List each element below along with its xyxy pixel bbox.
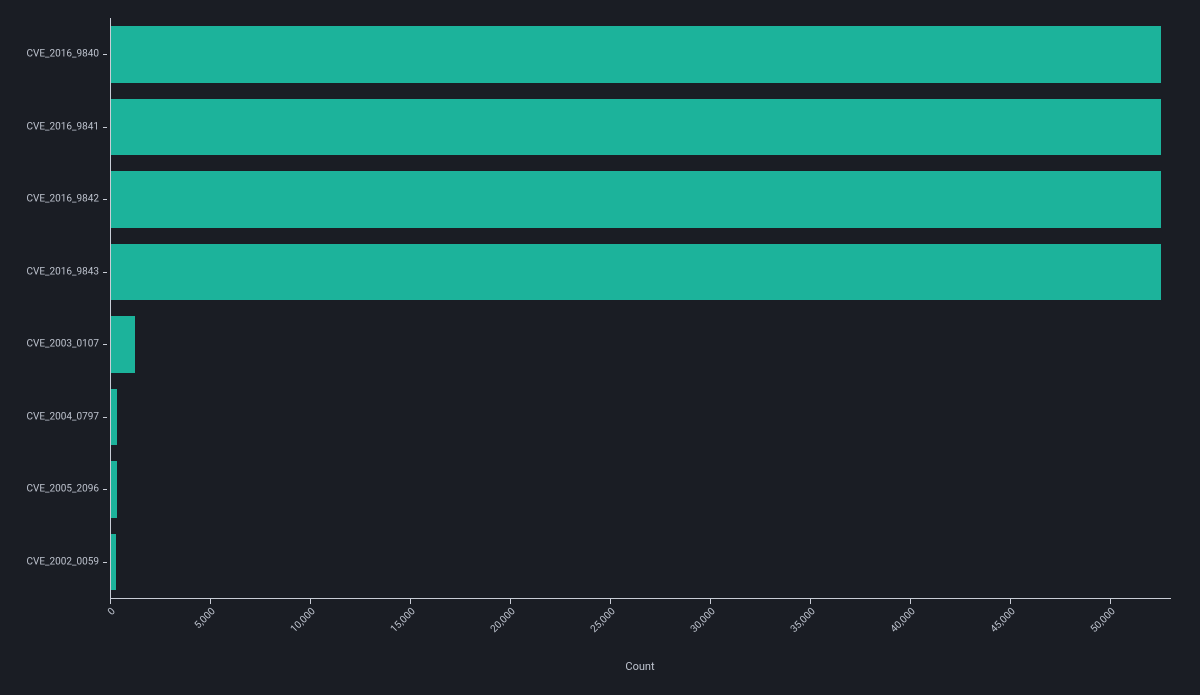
bar-row: CVE_2003_0107 [111,308,1171,381]
x-tick-label: 35,000 [789,606,818,635]
cve-count-bar-chart: CVE_2016_9840CVE_2016_9841CVE_2016_9842C… [0,0,1200,695]
x-tick-label: 5,000 [193,606,218,631]
x-tick-label: 0 [106,606,118,618]
bar-row: CVE_2002_0059 [111,526,1171,599]
y-tick-label: CVE_2003_0107 [26,339,111,350]
x-tick-label: 40,000 [889,606,918,635]
x-tick [1010,598,1011,604]
bar[interactable] [111,244,1161,301]
bar[interactable] [111,26,1161,83]
plot-area: CVE_2016_9840CVE_2016_9841CVE_2016_9842C… [110,18,1171,599]
x-tick [410,598,411,604]
x-tick-label: 50,000 [1089,606,1118,635]
x-tick [910,598,911,604]
bar-row: CVE_2005_2096 [111,453,1171,526]
bar[interactable] [111,171,1161,228]
x-tick-label: 20,000 [489,606,518,635]
y-tick-label: CVE_2004_0797 [26,411,111,422]
y-tick-label: CVE_2016_9840 [26,49,111,60]
x-tick [210,598,211,604]
bar-row: CVE_2016_9840 [111,18,1171,91]
x-tick [1110,598,1111,604]
x-tick [710,598,711,604]
bar-row: CVE_2016_9842 [111,163,1171,236]
x-tick-label: 10,000 [289,606,318,635]
bar-row: CVE_2016_9843 [111,236,1171,309]
x-tick [810,598,811,604]
bar[interactable] [111,534,116,591]
y-tick-label: CVE_2005_2096 [26,484,111,495]
y-tick-label: CVE_2016_9842 [26,194,111,205]
bar-row: CVE_2016_9841 [111,91,1171,164]
x-tick-label: 25,000 [589,606,618,635]
x-tick-label: 45,000 [989,606,1018,635]
x-tick [110,598,111,604]
x-tick [310,598,311,604]
bar[interactable] [111,389,117,446]
y-tick-label: CVE_2016_9841 [26,121,111,132]
bar[interactable] [111,316,135,373]
y-tick-label: CVE_2016_9843 [26,266,111,277]
x-tick-label: 30,000 [689,606,718,635]
bar[interactable] [111,461,117,518]
bar-row: CVE_2004_0797 [111,381,1171,454]
bar[interactable] [111,99,1161,156]
x-tick [510,598,511,604]
x-axis-title: Count [110,660,1170,673]
x-tick-label: 15,000 [389,606,418,635]
y-tick-label: CVE_2002_0059 [26,556,111,567]
x-tick [610,598,611,604]
